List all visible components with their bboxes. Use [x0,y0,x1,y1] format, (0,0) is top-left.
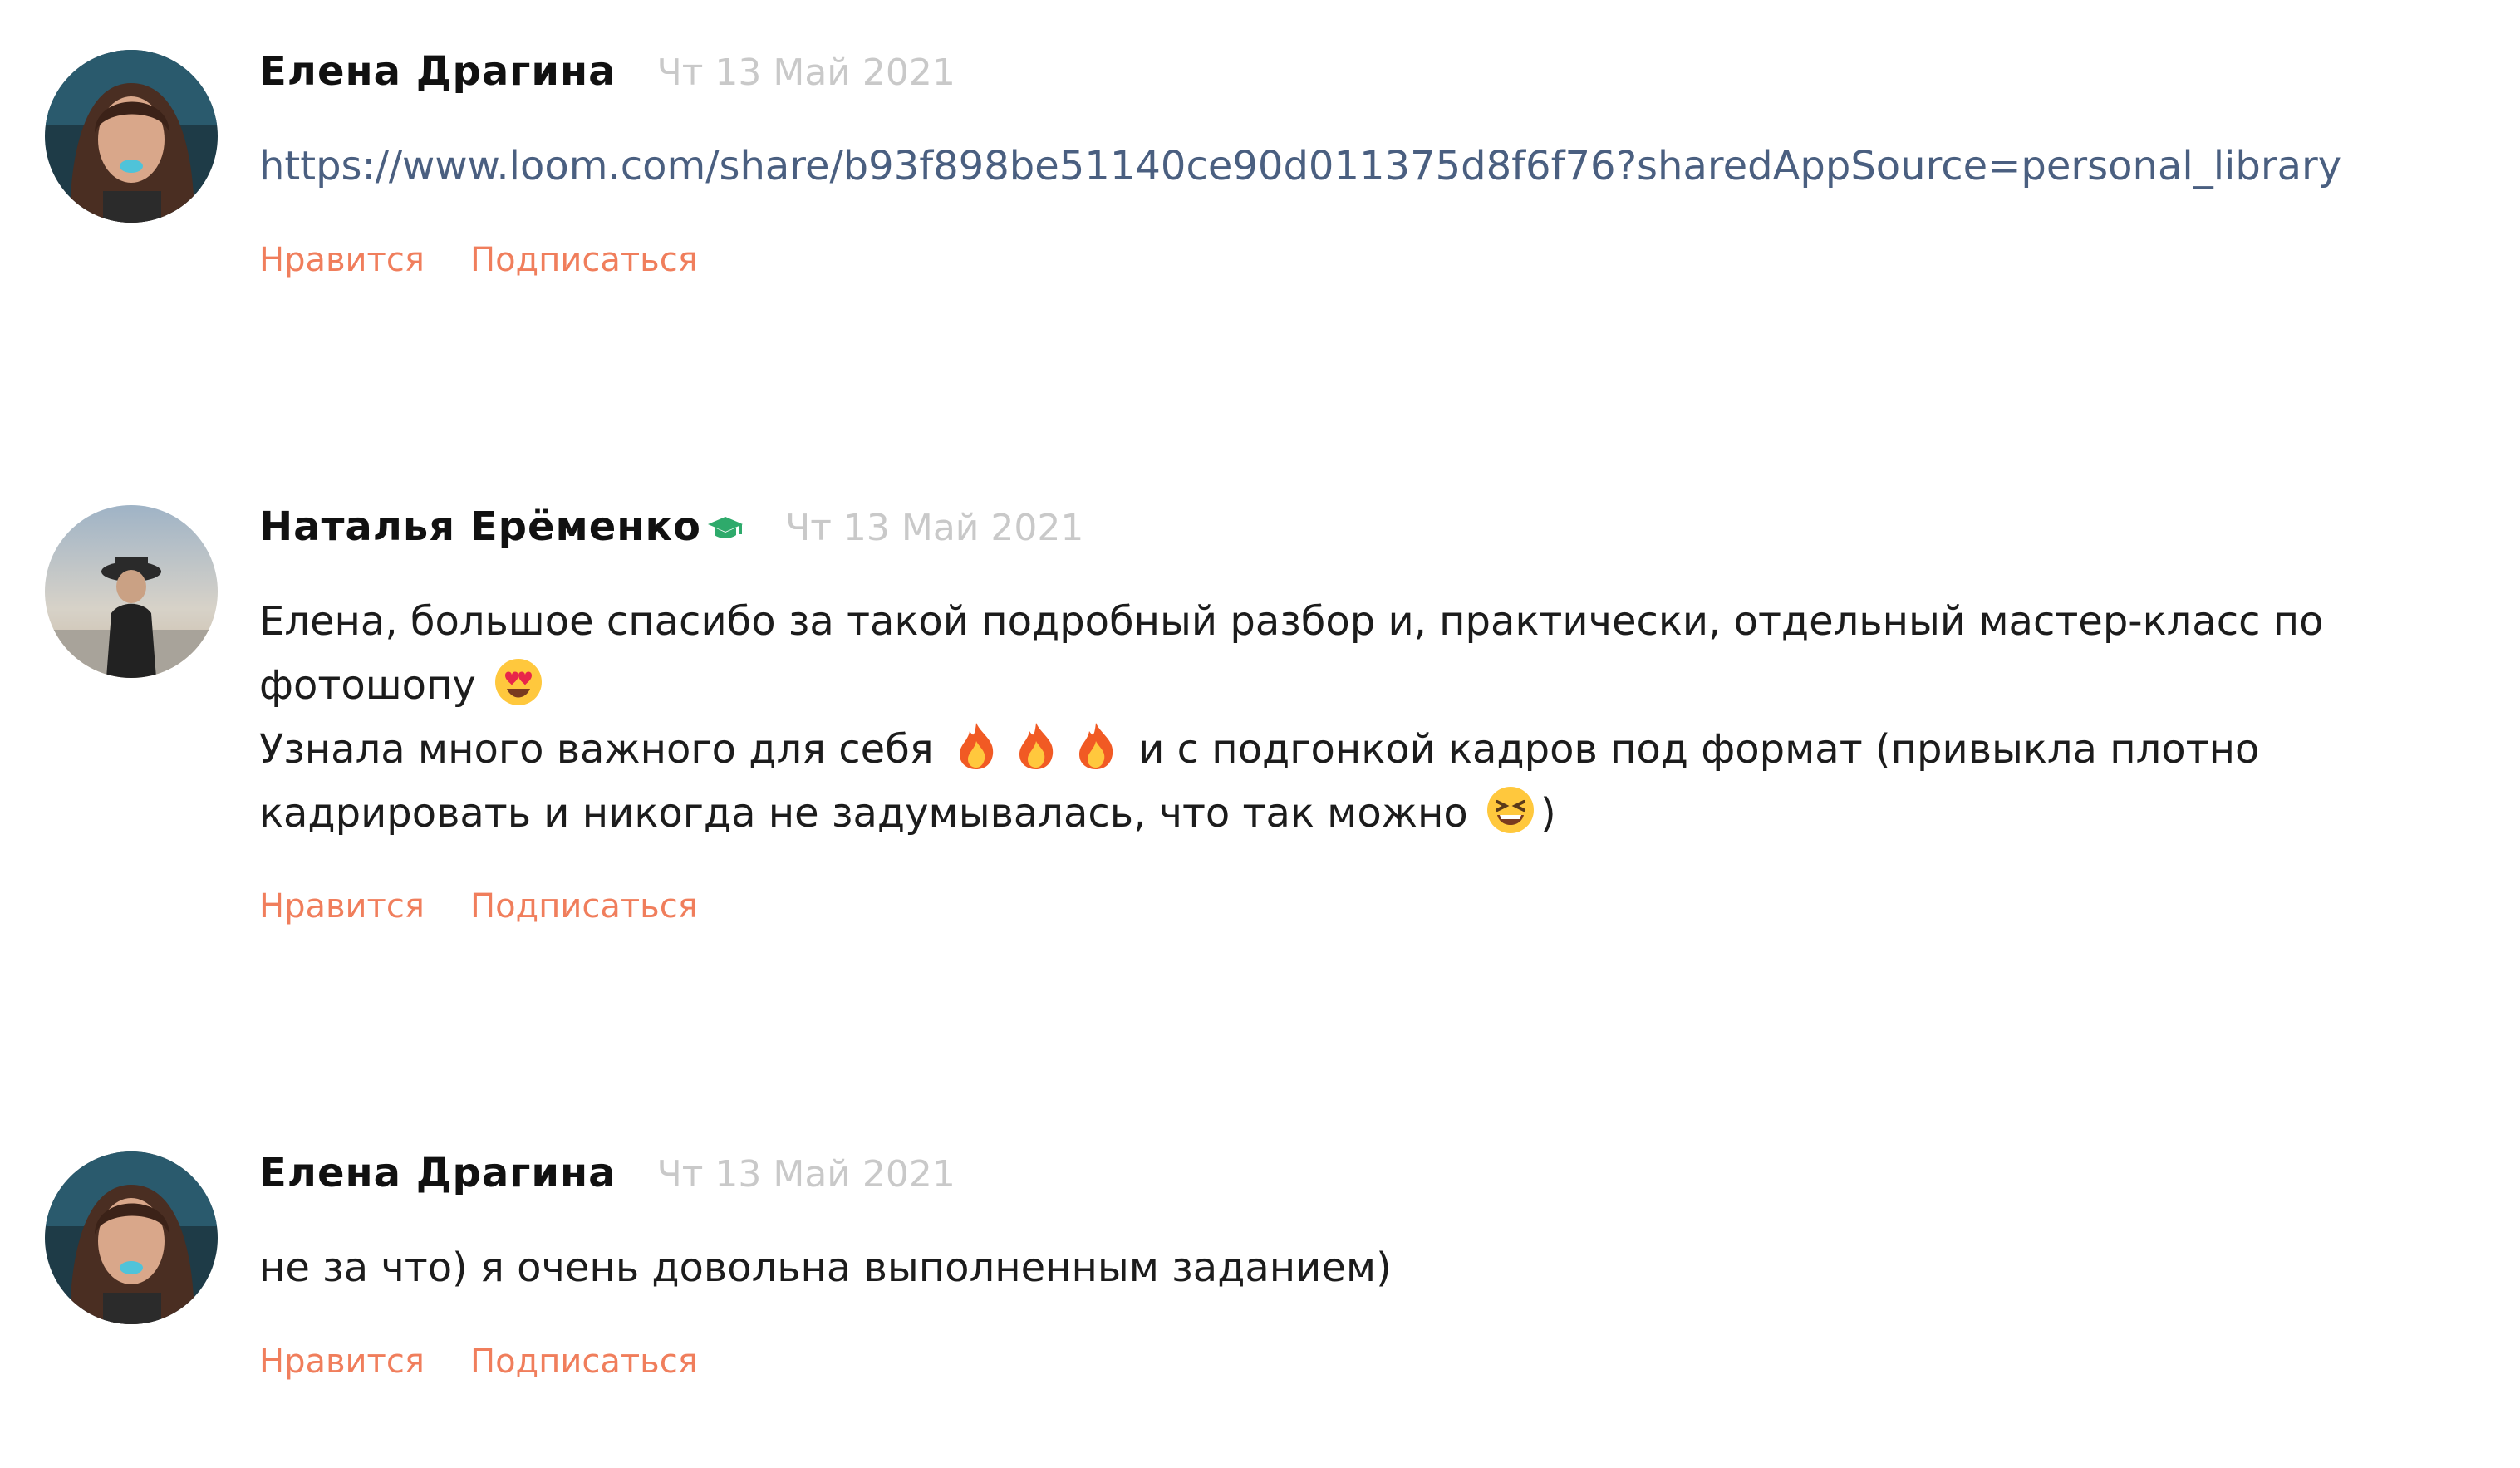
subscribe-button[interactable]: Подписаться [470,241,698,279]
avatar[interactable] [45,50,218,223]
comment-text: не за что) я очень довольна выполненным … [259,1236,1392,1300]
avatar[interactable] [45,1151,218,1324]
comment-text: https://www.loom.com/share/b93f898be5114… [259,135,2341,199]
comment-header: Елена Драгина Чт 13 Май 2021 [259,48,955,106]
fire-emoji [1011,721,1061,771]
comment-date: Чт 13 Май 2021 [785,507,1084,549]
heart-eyes-emoji [494,657,543,707]
comment-date: Чт 13 Май 2021 [656,52,955,94]
comment-header: Наталья Ерёменко Чт 13 Май 2021 [259,503,1083,562]
author-name[interactable]: Наталья Ерёменко [259,503,701,550]
like-button[interactable]: Нравится [259,1343,425,1381]
comment-text-line: Елена, большое спасибо за такой подробны… [259,598,2324,645]
graduation-cap-icon [706,515,744,540]
avatar-photo [45,505,218,678]
subscribe-button[interactable]: Подписаться [470,1343,698,1381]
subscribe-button[interactable]: Подписаться [470,887,698,925]
avatar-photo [45,1151,218,1324]
author-name[interactable]: Елена Драгина [259,1150,616,1196]
comment-header: Елена Драгина Чт 13 Май 2021 [259,1150,955,1208]
comment-text-line: фотошопу [259,662,476,709]
comment-text-line: не за что) я очень довольна выполненным … [259,1245,1392,1291]
comment-link[interactable]: https://www.loom.com/share/b93f898be5114… [259,143,2341,189]
fire-emoji [951,721,1001,771]
comment-text-line: ) [1540,790,1556,837]
avatar-photo [45,50,218,223]
comment-text-line: Узнала много важного для себя [259,726,934,773]
avatar[interactable] [45,505,218,678]
comment-text: Елена, большое спасибо за такой подробны… [259,590,2324,846]
comment-actions: Нравится Подписаться [259,887,739,925]
comment-actions: Нравится Подписаться [259,241,739,279]
fire-emoji [1071,721,1121,771]
comment-text-line: и с подгонкой кадров под формат (привыкл… [1138,726,2260,773]
laughing-emoji [1486,785,1535,835]
comment-date: Чт 13 Май 2021 [656,1153,955,1196]
like-button[interactable]: Нравится [259,887,425,925]
like-button[interactable]: Нравится [259,241,425,279]
comment-actions: Нравится Подписаться [259,1343,739,1381]
author-name[interactable]: Елена Драгина [259,48,616,95]
comment-text-line: кадрировать и никогда не задумывалась, ч… [259,790,1468,837]
